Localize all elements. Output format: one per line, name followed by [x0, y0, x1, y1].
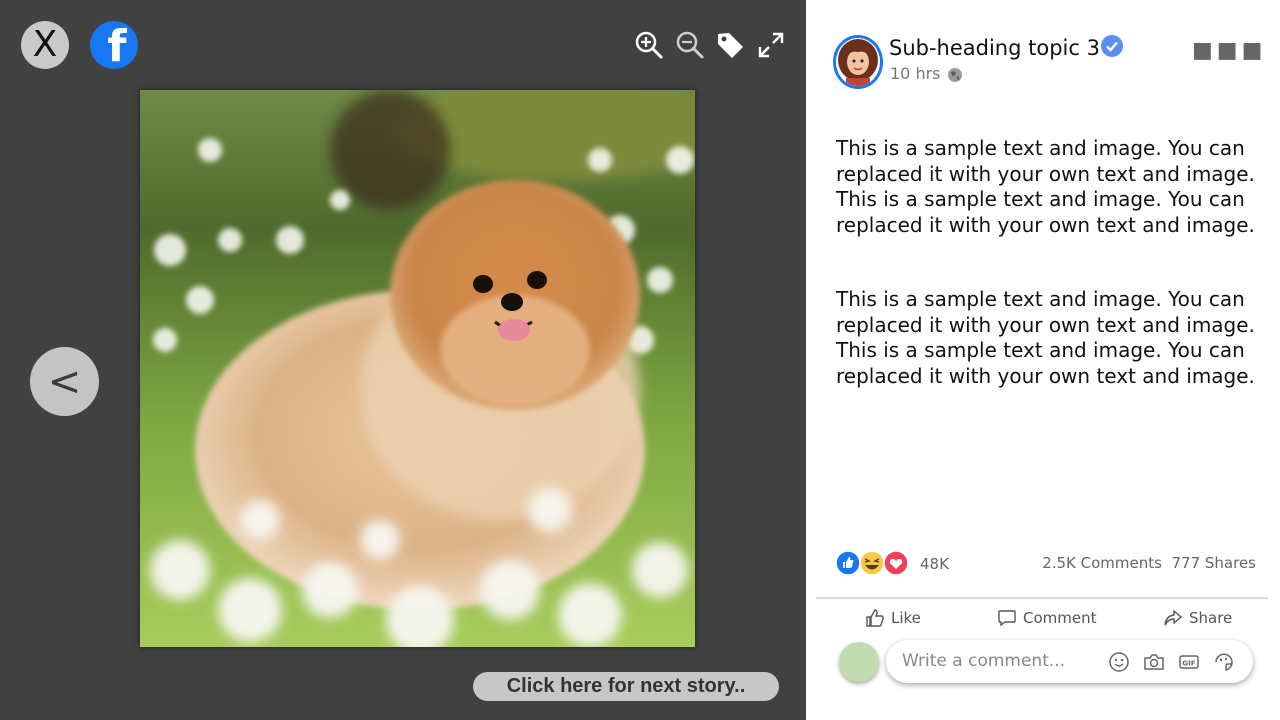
photo-viewer: X f < Click here for next story..	[0, 0, 806, 720]
previous-button[interactable]: <	[30, 347, 99, 416]
author-name[interactable]: Sub-heading topic 3	[889, 36, 1100, 60]
post-text-paragraph: This is a sample text and image. You can…	[836, 136, 1255, 237]
photo-viewer-page: X f < Click here for next story.. Sub-he…	[0, 0, 1280, 720]
gif-icon[interactable]: GIF	[1178, 651, 1200, 673]
post-text-paragraph: This is a sample text and image. You can…	[836, 287, 1255, 388]
chevron-left-icon: <	[47, 358, 82, 405]
like-label: Like	[891, 609, 921, 627]
like-button[interactable]: Like	[865, 606, 921, 630]
post-panel: Sub-heading topic 3 10 hrs ■■■ This is a…	[806, 0, 1280, 720]
svg-text:GIF: GIF	[1182, 660, 1195, 668]
next-story-button[interactable]: Click here for next story..	[473, 672, 779, 701]
zoom-in-icon[interactable]	[634, 30, 664, 60]
current-user-avatar[interactable]	[839, 642, 879, 682]
zoom-out-icon[interactable]	[675, 30, 705, 60]
like-reaction-icon	[835, 550, 861, 576]
share-button[interactable]: Share	[1163, 606, 1232, 630]
shares-count[interactable]: 777 Shares	[1172, 554, 1257, 572]
tag-icon[interactable]	[715, 30, 745, 60]
share-label: Share	[1189, 609, 1233, 627]
comment-icon	[998, 610, 1016, 627]
post-timestamp[interactable]: 10 hrs	[890, 64, 941, 83]
reactions-summary[interactable]	[835, 550, 915, 576]
reaction-count[interactable]: 48K	[920, 555, 949, 573]
camera-icon[interactable]	[1143, 651, 1165, 673]
post-photo	[140, 90, 695, 647]
close-button[interactable]: X	[21, 21, 69, 69]
share-icon	[1164, 609, 1183, 626]
engagement-stats: 2.5K Comments 777 Shares	[1042, 554, 1256, 572]
author-avatar[interactable]	[833, 35, 883, 89]
verified-badge-icon	[1101, 35, 1123, 57]
emoji-icon[interactable]	[1108, 651, 1130, 673]
close-icon: X	[32, 24, 58, 65]
comment-placeholder: Write a comment...	[902, 651, 1066, 671]
sticker-icon[interactable]	[1213, 651, 1235, 673]
facebook-logo-icon: f	[90, 21, 138, 69]
comment-input[interactable]: Write a comment... GIF	[886, 640, 1253, 683]
haha-reaction-icon	[859, 550, 885, 576]
dog-photo-image	[140, 90, 695, 647]
love-reaction-icon	[883, 550, 909, 576]
divider	[816, 597, 1268, 599]
globe-icon	[948, 68, 962, 82]
comments-count[interactable]: 2.5K Comments	[1042, 554, 1162, 572]
author-avatar-image	[836, 38, 880, 86]
more-options-icon[interactable]: ■■■	[1192, 38, 1266, 63]
comment-label: Comment	[1023, 609, 1097, 627]
comment-button[interactable]: Comment	[997, 606, 1097, 630]
thumbs-up-icon	[866, 609, 884, 627]
fullscreen-icon[interactable]	[756, 30, 786, 60]
